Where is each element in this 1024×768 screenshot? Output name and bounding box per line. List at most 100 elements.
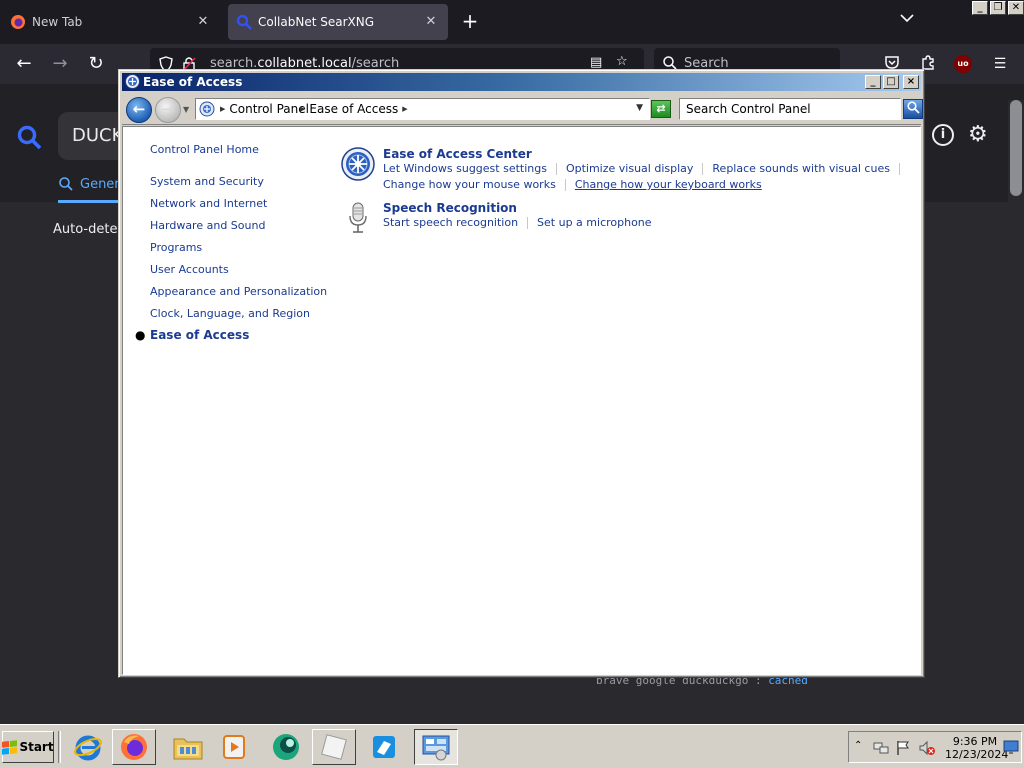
- nav-network-and-internet[interactable]: Network and Internet: [150, 197, 267, 210]
- show-hidden-icons-icon[interactable]: ⌃: [854, 740, 862, 751]
- refresh-button[interactable]: ⇄: [651, 100, 671, 118]
- current-page-bullet: ●: [135, 328, 146, 342]
- media-player-icon[interactable]: [212, 729, 256, 765]
- page-scrollbar[interactable]: [1008, 100, 1024, 722]
- hamburger-menu-icon[interactable]: ☰: [990, 54, 1010, 74]
- nav-control-panel-home[interactable]: Control Panel Home: [150, 143, 259, 156]
- nav-clock-language-and-region[interactable]: Clock, Language, and Region: [150, 307, 310, 320]
- bookmark-star-icon[interactable]: ☆: [616, 54, 628, 69]
- app-green-circle-icon[interactable]: [264, 729, 308, 765]
- recent-pages-dropdown-icon[interactable]: ▼: [183, 105, 189, 114]
- left-navigation: Control Panel Home System and Security N…: [123, 127, 333, 674]
- action-center-flag-icon[interactable]: [895, 740, 911, 756]
- breadcrumb[interactable]: ▶ Control Panel ▶ Ease of Access ▶ ▼: [195, 98, 650, 120]
- windows-logo-icon: [2, 739, 18, 755]
- link-set-up-microphone[interactable]: Set up a microphone: [537, 215, 652, 231]
- app-blank-tile-icon[interactable]: [312, 729, 356, 765]
- tab-label: CollabNet SearXNG: [258, 15, 375, 29]
- link-change-keyboard[interactable]: Change how your keyboard works: [575, 177, 762, 193]
- taskbar: Start ⌃ 9:36 PM 12/23/2024: [0, 724, 1024, 768]
- forward-button[interactable]: →: [155, 97, 181, 123]
- breadcrumb-label: Control Panel: [229, 102, 309, 116]
- nav-ease-of-access: Ease of Access: [150, 328, 250, 342]
- link-start-speech-recognition[interactable]: Start speech recognition: [383, 215, 518, 231]
- control-panel-search-input[interactable]: Search Control Panel: [679, 98, 901, 120]
- info-icon[interactable]: i: [932, 124, 954, 146]
- control-panel-icon[interactable]: [414, 729, 458, 765]
- link-let-windows-suggest-settings[interactable]: Let Windows suggest settings: [383, 161, 547, 177]
- category-title[interactable]: Ease of Access Center: [383, 147, 532, 161]
- tab-close-icon[interactable]: ✕: [194, 13, 212, 31]
- minimize-button[interactable]: _: [865, 75, 881, 89]
- clock-time: 9:36 PM: [952, 735, 998, 748]
- ublock-origin-icon[interactable]: uo: [954, 55, 972, 73]
- tab-new-tab[interactable]: New Tab ✕: [2, 4, 220, 40]
- nav-appearance-and-personalization[interactable]: Appearance and Personalization: [150, 285, 327, 298]
- minimize-button[interactable]: _: [972, 1, 988, 15]
- internet-explorer-icon[interactable]: [66, 729, 110, 765]
- ease-of-access-window: Ease of Access _ □ × ← → ▼ ▶ Control Pan…: [118, 69, 925, 678]
- chevron-right-icon: ▶: [220, 105, 226, 113]
- ease-of-access-icon[interactable]: [341, 147, 375, 181]
- nav-system-and-security[interactable]: System and Security: [150, 175, 264, 188]
- chevron-right-icon: ▶: [300, 105, 306, 113]
- link-replace-sounds-with-visual-cues[interactable]: Replace sounds with visual cues: [712, 161, 890, 177]
- link-separator: [702, 163, 704, 175]
- show-desktop-icon[interactable]: [1003, 738, 1019, 756]
- maximize-button[interactable]: □: [883, 75, 899, 89]
- nav-user-accounts[interactable]: User Accounts: [150, 263, 229, 276]
- breadcrumb-item-control-panel[interactable]: ▶ Control Panel: [220, 102, 309, 116]
- file-explorer-icon[interactable]: [166, 729, 210, 765]
- category-links: Start speech recognition Set up a microp…: [383, 215, 652, 231]
- start-button[interactable]: Start: [2, 731, 54, 763]
- category-title[interactable]: Speech Recognition: [383, 201, 517, 215]
- active-tab-indicator: [58, 200, 120, 203]
- settings-gear-icon[interactable]: ⚙: [968, 122, 988, 147]
- control-panel-icon: [199, 101, 215, 117]
- reload-icon[interactable]: ↻: [84, 52, 108, 76]
- link-optimize-visual-display[interactable]: Optimize visual display: [566, 161, 693, 177]
- browser-window-controls: _ ❐ ✕: [972, 1, 1024, 15]
- firefox-icon[interactable]: [112, 729, 156, 765]
- microphone-icon[interactable]: [341, 201, 375, 235]
- start-label: Start: [19, 740, 54, 754]
- nav-programs[interactable]: Programs: [150, 241, 202, 254]
- window-title: Ease of Access: [143, 75, 243, 89]
- link-separator: [555, 163, 557, 175]
- searxng-logo-icon[interactable]: [16, 124, 42, 150]
- back-button[interactable]: ←: [126, 97, 152, 123]
- volume-muted-icon[interactable]: [919, 740, 935, 756]
- network-icon[interactable]: [873, 740, 889, 756]
- link-separator: [564, 179, 566, 191]
- category-links: Let Windows suggest settings Optimize vi…: [383, 161, 909, 193]
- ease-of-access-icon: [125, 74, 140, 89]
- search-icon: [907, 101, 920, 114]
- close-button[interactable]: ✕: [1008, 1, 1024, 15]
- close-button[interactable]: ×: [903, 75, 919, 89]
- chevron-right-icon: ▶: [402, 105, 408, 113]
- firefox-icon: [11, 15, 25, 29]
- address-dropdown-icon[interactable]: ▼: [636, 103, 643, 113]
- breadcrumb-label: Ease of Access: [309, 102, 399, 116]
- searxng-icon: [236, 14, 252, 30]
- tab-collabnet-searxng[interactable]: CollabNet SearXNG ✕: [228, 4, 448, 40]
- scrollbar-thumb[interactable]: [1010, 100, 1022, 196]
- nav-hardware-and-sound[interactable]: Hardware and Sound: [150, 219, 265, 232]
- reader-view-icon[interactable]: ▤: [590, 55, 602, 70]
- link-separator: [527, 217, 529, 229]
- list-all-tabs-icon[interactable]: [900, 12, 920, 32]
- link-change-mouse[interactable]: Change how your mouse works: [383, 177, 556, 193]
- breadcrumb-item-ease-of-access[interactable]: ▶ Ease of Access ▶: [300, 102, 408, 116]
- app-blue-tile-icon[interactable]: [362, 729, 406, 765]
- clock[interactable]: 9:36 PM 12/23/2024: [945, 735, 1008, 761]
- system-tray: ⌃ 9:36 PM 12/23/2024: [848, 731, 1022, 763]
- forward-arrow-icon[interactable]: →: [48, 52, 72, 76]
- tab-close-icon[interactable]: ✕: [422, 13, 440, 31]
- link-separator: [898, 163, 900, 175]
- back-arrow-icon[interactable]: ←: [12, 52, 36, 76]
- new-tab-button[interactable]: +: [458, 10, 482, 34]
- tab-label: New Tab: [32, 15, 83, 29]
- restore-button[interactable]: ❐: [990, 1, 1006, 15]
- window-titlebar[interactable]: Ease of Access _ □ ×: [122, 73, 921, 91]
- search-button[interactable]: [903, 99, 923, 119]
